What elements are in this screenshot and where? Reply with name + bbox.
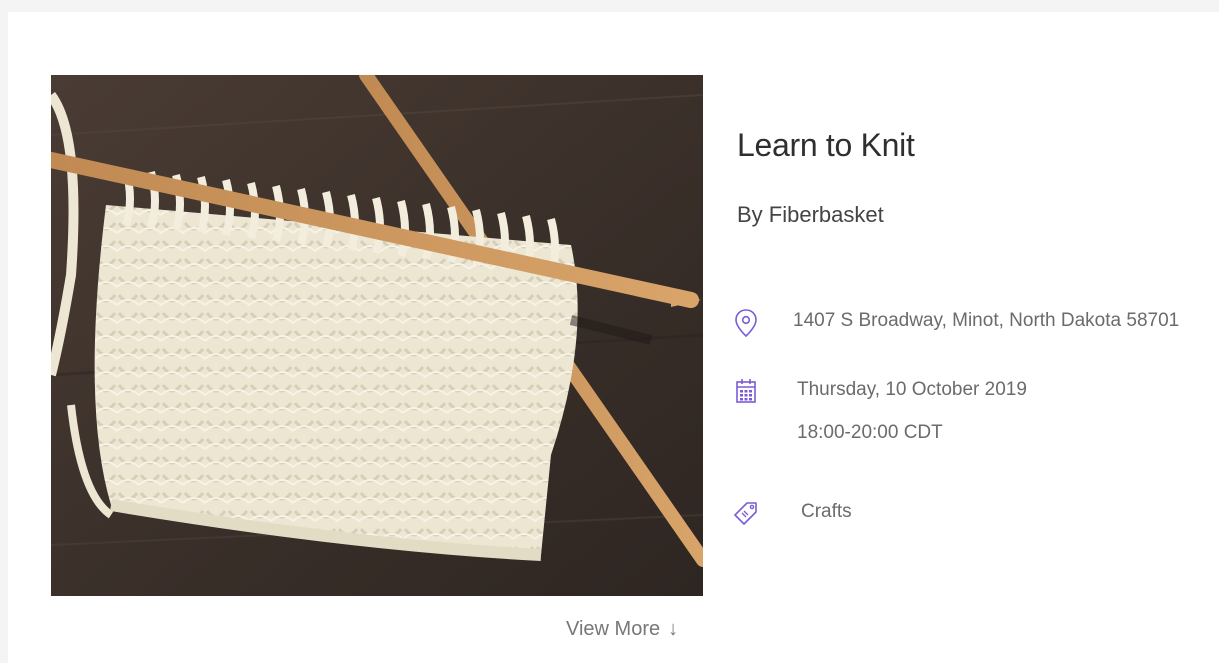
event-title: Learn to Knit [737, 127, 915, 163]
view-more-label: View More [566, 618, 661, 640]
event-location: 1407 S Broadway, Minot, North Dakota 587… [793, 310, 1180, 331]
tag-icon [734, 502, 757, 525]
event-card: Learn to Knit By Fiberbasket 1407 S Broa… [8, 12, 1219, 663]
calendar-icon [736, 379, 756, 403]
view-more-link[interactable]: View More ↓ [566, 618, 678, 641]
event-time: 18:00-20:00 CDT [797, 422, 943, 443]
event-category-row: Crafts [733, 499, 852, 529]
event-date-row: Thursday, 10 October 2019 18:00-20:00 CD… [733, 377, 1027, 446]
event-category: Crafts [801, 501, 852, 522]
event-image[interactable] [51, 75, 703, 596]
arrow-down-icon: ↓ [668, 618, 679, 640]
event-date: Thursday, 10 October 2019 [797, 379, 1027, 400]
event-organizer: By Fiberbasket [737, 202, 884, 227]
event-location-row: 1407 S Broadway, Minot, North Dakota 587… [733, 308, 1179, 338]
map-pin-icon [735, 309, 757, 338]
knitting-photo [51, 75, 703, 596]
